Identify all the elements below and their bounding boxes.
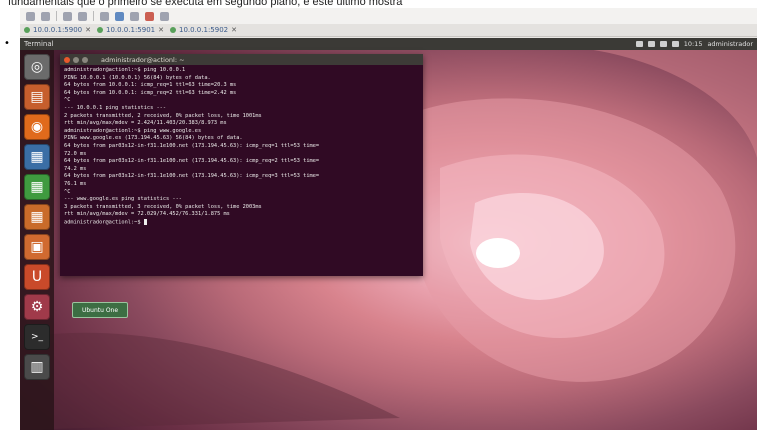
settings-icon[interactable] (130, 11, 139, 21)
launcher-impress[interactable]: ▦ (24, 204, 50, 230)
vm-status-icon (170, 27, 176, 33)
terminal-prompt: administrador@actionl:~$ (64, 219, 144, 226)
launcher-software-center[interactable]: ▣ (24, 234, 50, 260)
launcher-files[interactable]: ▤ (24, 84, 50, 110)
launcher-terminal[interactable]: >_ (24, 324, 50, 350)
volume-icon[interactable] (671, 41, 679, 47)
workspaces-icon: ▥ (30, 359, 44, 375)
active-window-title: Terminal (24, 40, 54, 48)
toolbar-divider (56, 11, 57, 21)
vm-tab-label: 10.0.0.1:5900 (33, 26, 83, 34)
terminal-line: 64 bytes from par03s12-in-f31.1e100.net … (64, 158, 320, 165)
launcher-calc[interactable]: ▦ (24, 174, 50, 200)
terminal-line: rtt min/avg/max/mdev = 2.424/11.403/20.3… (64, 120, 227, 127)
software-center-icon: ▣ (30, 239, 44, 255)
terminal-titlebar[interactable]: administrador@actionl: ~ (60, 54, 423, 65)
launcher-firefox[interactable]: ◉ (24, 114, 50, 140)
calc-icon: ▦ (30, 179, 44, 195)
screen-icon[interactable] (78, 11, 87, 21)
terminal-icon: >_ (30, 332, 44, 342)
snapshot-icon[interactable] (63, 11, 72, 21)
terminal-line: 3 packets transmitted, 3 received, 0% pa… (64, 203, 262, 210)
launcher-workspaces[interactable]: ▥ (24, 354, 50, 380)
launcher-settings[interactable]: ⚙ (24, 294, 50, 320)
text-cursor (143, 218, 147, 225)
terminal-line: administrador@actionl:~$ ping 10.0.0.1 (64, 67, 186, 73)
terminal-prompt-line: administrador@actionl:~$ (64, 218, 419, 227)
top-panel: Terminal 10:15 administrador (20, 38, 757, 50)
impress-icon: ▦ (30, 209, 44, 225)
terminal-line: 64 bytes from par03s12-in-f31.1e100.net … (64, 142, 320, 149)
terminal-title: administrador@actionl: ~ (101, 55, 185, 64)
vm-list-icon[interactable] (26, 11, 35, 21)
page-caption: fundamentais que o primeiro se executa e… (8, 0, 403, 8)
vm-status-icon (97, 27, 103, 33)
terminal-line: --- 10.0.0.1 ping statistics --- (64, 104, 167, 111)
folder-icon: ▤ (30, 89, 44, 105)
ubuntu-one-icon: U (31, 269, 43, 285)
network-icon[interactable] (659, 41, 667, 47)
list-bullet: • (4, 38, 10, 49)
terminal-line: 72.0 ms (64, 150, 87, 157)
gear-icon: ⚙ (30, 299, 44, 315)
terminal-line: 74.2 ms (64, 165, 87, 172)
terminal-line: 64 bytes from 10.0.0.1: icmp_req=2 ttl=6… (64, 89, 237, 96)
terminal-line: --- www.google.es ping statistics --- (64, 196, 182, 203)
terminal-line: ^C (64, 188, 71, 195)
writer-icon: ▦ (30, 149, 44, 165)
terminal-line: ^C (64, 97, 71, 104)
ubuntu-desktop: Terminal 10:15 administrador ◎ ▤ ◉ ▦ ▦ ▦… (20, 38, 757, 430)
vm-tab[interactable]: 10.0.0.1:5902 ✕ (170, 26, 237, 34)
vm-tab-label: 10.0.0.1:5901 (106, 26, 156, 34)
keyboard-icon[interactable] (647, 41, 655, 47)
vm-tab[interactable]: 10.0.0.1:5900 ✕ (24, 26, 91, 34)
terminal-line: 64 bytes from 10.0.0.1: icmp_req=1 ttl=6… (64, 82, 237, 89)
close-icon[interactable]: ✕ (231, 26, 237, 34)
clock[interactable]: 10:15 (684, 40, 703, 48)
maximize-icon[interactable] (82, 56, 88, 63)
vm-status-icon (24, 27, 30, 33)
tools-icon[interactable] (115, 11, 124, 21)
terminal-line: 64 bytes from par03s12-in-f31.1e100.net … (64, 173, 320, 180)
minimize-icon[interactable] (73, 56, 79, 63)
vm-tab-label: 10.0.0.1:5902 (179, 26, 229, 34)
terminal-line: PING 10.0.0.1 (10.0.0.1) 56(84) bytes of… (64, 74, 211, 81)
screenshot-frame: 10.0.0.1:5900 ✕ 10.0.0.1:5901 ✕ 10.0.0.1… (20, 8, 757, 430)
launcher-dash[interactable]: ◎ (24, 54, 50, 80)
navigate-icon[interactable] (41, 11, 50, 21)
send-keys-icon[interactable] (160, 11, 169, 21)
unity-launcher: ◎ ▤ ◉ ▦ ▦ ▦ ▣ U ⚙ >_ ▥ (20, 50, 54, 430)
launcher-ubuntu-one[interactable]: U (24, 264, 50, 290)
indicator-area: 10:15 administrador (635, 40, 753, 48)
terminal-line: PING www.google.es (173.194.45.63) 56(84… (64, 135, 243, 142)
firefox-icon: ◉ (30, 119, 44, 135)
power-icon[interactable] (145, 11, 154, 21)
ubuntu-logo-icon: ◎ (30, 59, 44, 75)
terminal-line: administrador@actionl:~$ ping www.google… (64, 127, 202, 134)
close-icon[interactable] (64, 56, 70, 63)
terminal-line: 2 packets transmitted, 2 received, 0% pa… (64, 112, 262, 119)
vm-tab[interactable]: 10.0.0.1:5901 ✕ (97, 26, 164, 34)
zoom-icon[interactable] (100, 11, 109, 21)
terminal-output[interactable]: administrador@actionl:~$ ping 10.0.0.1 PI… (60, 65, 423, 274)
close-icon[interactable]: ✕ (158, 26, 164, 34)
launcher-tooltip: Ubuntu One (72, 302, 128, 318)
close-icon[interactable]: ✕ (85, 26, 91, 34)
user-menu[interactable]: administrador (707, 40, 753, 48)
vm-tab-strip: 10.0.0.1:5900 ✕ 10.0.0.1:5901 ✕ 10.0.0.1… (20, 24, 757, 37)
launcher-writer[interactable]: ▦ (24, 144, 50, 170)
mail-icon[interactable] (635, 41, 643, 47)
terminal-line: 76.1 ms (64, 180, 87, 187)
terminal-line: rtt min/avg/max/mdev = 72.029/74.452/76.… (64, 211, 230, 218)
terminal-window[interactable]: administrador@actionl: ~ administrador@a… (60, 54, 423, 276)
toolbar-divider (93, 11, 94, 21)
vm-host-toolbar (20, 8, 757, 24)
